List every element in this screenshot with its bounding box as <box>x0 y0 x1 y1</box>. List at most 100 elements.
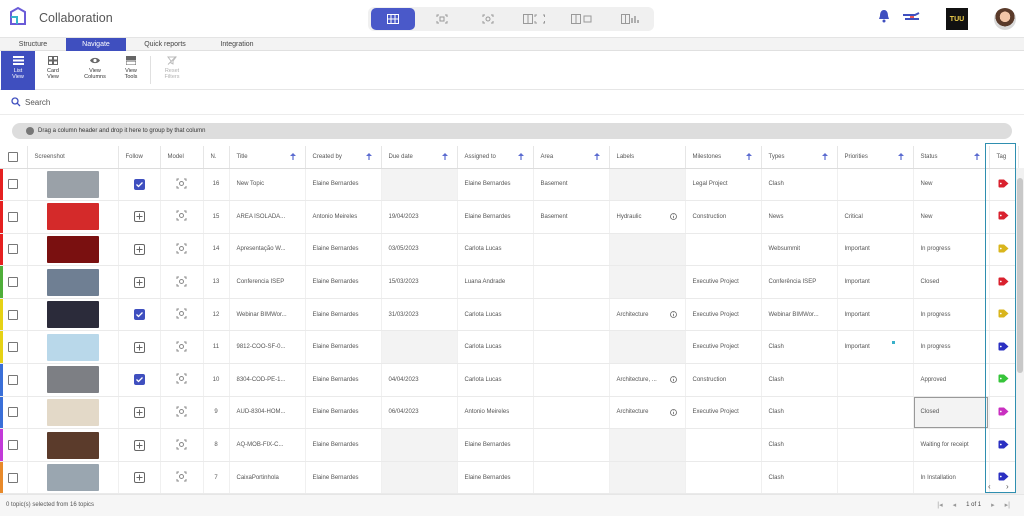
row-select-cell[interactable] <box>0 168 28 202</box>
sort-arrow-icon[interactable] <box>365 153 372 160</box>
model-cell[interactable] <box>160 461 204 494</box>
sort-arrow-icon[interactable] <box>441 153 448 160</box>
tag-cell[interactable] <box>989 298 1019 332</box>
column-header-types[interactable]: Types <box>761 146 838 169</box>
screenshot-thumbnail[interactable] <box>46 333 99 361</box>
title-cell[interactable]: New Topic <box>229 168 306 202</box>
model-focus-icon[interactable] <box>176 373 187 386</box>
sort-arrow-icon[interactable] <box>593 153 600 160</box>
due-date-cell[interactable] <box>381 461 458 494</box>
type-cell[interactable]: Clash <box>761 461 838 494</box>
milestone-cell[interactable] <box>685 428 762 462</box>
milestone-cell[interactable]: Executive Project <box>685 298 762 332</box>
screenshot-cell[interactable] <box>27 428 119 462</box>
table-row[interactable]: 13 Conferencia ISEP Elaine Bernardes 15/03/… <box>0 265 1019 299</box>
follow-checked-icon[interactable] <box>133 178 145 190</box>
priority-cell[interactable] <box>837 396 914 430</box>
due-date-cell[interactable] <box>381 428 458 462</box>
priority-cell[interactable]: Critical <box>837 200 914 234</box>
due-date-cell[interactable]: 15/03/2023 <box>381 265 458 299</box>
labels-cell[interactable] <box>609 265 686 299</box>
scroll-right-icon[interactable]: › <box>1006 482 1009 491</box>
type-cell[interactable]: Clash <box>761 330 838 365</box>
labels-cell[interactable]: Architecture, ... <box>609 363 686 397</box>
milestone-cell[interactable]: Construction <box>685 363 762 397</box>
follow-cell[interactable] <box>118 168 161 202</box>
type-cell[interactable]: Clash <box>761 428 838 462</box>
tag-icon[interactable] <box>998 244 1009 253</box>
tab-structure[interactable]: Structure <box>0 38 66 51</box>
title-cell[interactable]: AREA ISOLADA... <box>229 200 306 234</box>
group-by-drop-zone[interactable]: Drag a column header and drop it here to… <box>12 123 1012 139</box>
tag-cell[interactable] <box>989 428 1019 462</box>
model-cell[interactable] <box>160 396 204 430</box>
row-checkbox[interactable] <box>8 277 19 288</box>
tag-cell[interactable] <box>989 168 1019 202</box>
column-header-priorities[interactable]: Priorities <box>837 146 914 169</box>
view-split-button[interactable] <box>512 8 556 30</box>
area-cell[interactable] <box>533 396 610 430</box>
tag-icon[interactable] <box>998 309 1009 318</box>
milestone-cell[interactable]: Executive Project <box>685 396 762 430</box>
model-focus-icon[interactable] <box>176 243 187 256</box>
screenshot-thumbnail[interactable] <box>46 398 99 426</box>
row-checkbox[interactable] <box>8 342 19 353</box>
follow-add-icon[interactable] <box>133 341 145 353</box>
labels-cell[interactable]: Hydraulic <box>609 200 686 234</box>
row-checkbox[interactable] <box>8 440 19 451</box>
sort-arrow-icon[interactable] <box>289 153 296 160</box>
title-cell[interactable]: CaixaPortinhola <box>229 461 306 494</box>
row-checkbox[interactable] <box>8 244 19 255</box>
type-cell[interactable]: Conferência ISEP <box>761 265 838 299</box>
labels-cell[interactable] <box>609 428 686 462</box>
first-page-icon[interactable]: |◂ <box>937 501 942 509</box>
follow-cell[interactable] <box>118 330 161 365</box>
title-cell[interactable]: AQ-MOB-FIX-C... <box>229 428 306 462</box>
area-cell[interactable] <box>533 363 610 397</box>
info-icon[interactable] <box>669 408 677 418</box>
row-select-cell[interactable] <box>0 298 28 332</box>
assigned-to-cell[interactable]: Elaine Bernardes <box>457 461 534 494</box>
row-select-cell[interactable] <box>0 461 28 494</box>
assigned-to-cell[interactable]: Carlota Lucas <box>457 363 534 397</box>
sort-arrow-icon[interactable] <box>897 153 904 160</box>
column-header-screenshot[interactable]: Screenshot <box>27 146 119 169</box>
tag-icon[interactable] <box>998 342 1009 351</box>
assigned-to-cell[interactable]: Carlota Lucas <box>457 233 534 267</box>
tab-navigate[interactable]: Navigate <box>66 38 126 51</box>
sort-arrow-icon[interactable] <box>517 153 524 160</box>
column-header-assigned-to[interactable]: Assigned to <box>457 146 534 169</box>
screenshot-thumbnail[interactable] <box>46 464 99 492</box>
title-cell[interactable]: Apresentação W... <box>229 233 306 267</box>
column-header-due-date[interactable]: Due date <box>381 146 458 169</box>
table-row[interactable]: 14 Apresentação W... Elaine Bernardes 03/05… <box>0 233 1019 267</box>
follow-cell[interactable] <box>118 265 161 299</box>
area-cell[interactable] <box>533 461 610 494</box>
row-checkbox[interactable] <box>8 472 19 483</box>
type-cell[interactable]: News <box>761 200 838 234</box>
title-cell[interactable]: Conferencia ISEP <box>229 265 306 299</box>
view-chart-button[interactable] <box>608 8 652 30</box>
tag-cell[interactable] <box>989 330 1019 365</box>
due-date-cell[interactable] <box>381 330 458 365</box>
assigned-to-cell[interactable]: Carlota Lucas <box>457 330 534 365</box>
labels-cell[interactable] <box>609 330 686 365</box>
status-cell[interactable]: In Installation <box>913 461 990 494</box>
screenshot-cell[interactable] <box>27 168 119 202</box>
row-checkbox[interactable] <box>8 407 19 418</box>
area-cell[interactable]: Basement <box>533 168 610 202</box>
info-icon[interactable] <box>669 376 677 385</box>
view-grid-button[interactable] <box>371 8 415 30</box>
model-focus-icon[interactable] <box>176 210 187 223</box>
tag-icon[interactable] <box>998 277 1009 286</box>
tag-cell[interactable] <box>989 363 1019 397</box>
labels-cell[interactable] <box>609 461 686 494</box>
model-cell[interactable] <box>160 265 204 299</box>
due-date-cell[interactable]: 04/04/2023 <box>381 363 458 397</box>
screenshot-thumbnail[interactable] <box>46 431 99 459</box>
info-icon[interactable] <box>669 310 677 320</box>
due-date-cell[interactable]: 31/03/2023 <box>381 298 458 332</box>
table-row[interactable]: 7 CaixaPortinhola Elaine Bernardes Elaine B… <box>0 461 1019 494</box>
tuu-badge[interactable]: TUU <box>946 8 968 30</box>
tag-icon[interactable] <box>998 211 1009 220</box>
